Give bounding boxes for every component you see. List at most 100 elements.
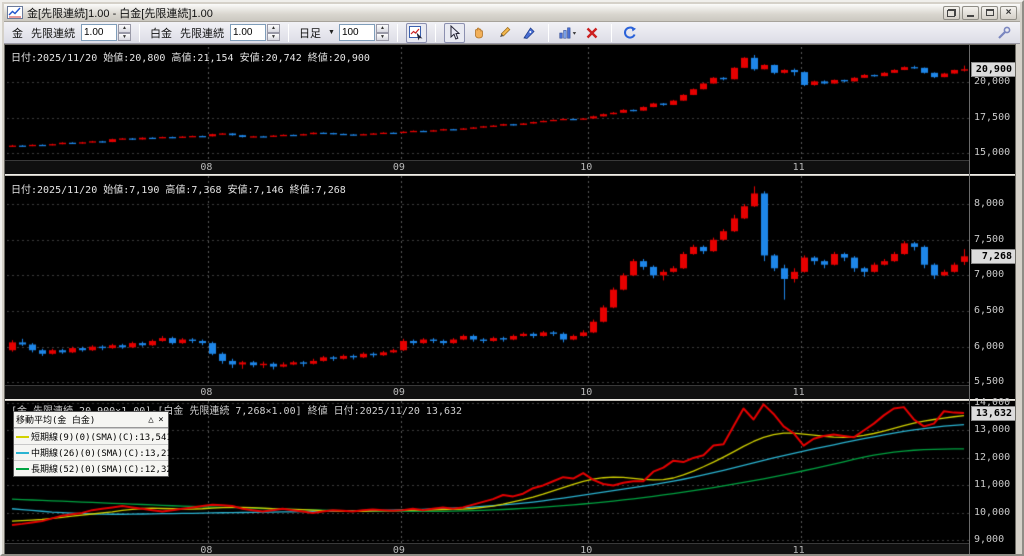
wrench-icon bbox=[997, 26, 1010, 39]
y-axis-label: 7,500 bbox=[974, 233, 1005, 245]
mid-ma-label: 中期線(26)(0)(SMA)(C):13,210 bbox=[31, 449, 178, 459]
panel-splitter[interactable] bbox=[5, 399, 1015, 401]
spin-down-button[interactable]: ▼ bbox=[375, 32, 389, 41]
toolbar: 金 先限連続 ▲▼ 白金 先限連続 ▲▼ 日足 ▼ ▲▼ bbox=[4, 22, 1020, 44]
window-title: 金[先限連続]1.00 - 白金[先限連続]1.00 bbox=[27, 7, 213, 20]
bar-count-input[interactable] bbox=[338, 24, 375, 41]
chart-window: 金[先限連続]1.00 - 白金[先限連続]1.00 × 金 先限連続 ▲▼ 白… bbox=[0, 0, 1024, 556]
y-axis-label: 17,500 bbox=[974, 111, 1011, 123]
last-price-tag: 13,632 bbox=[971, 406, 1015, 422]
spread-x-axis-strip bbox=[5, 543, 969, 554]
chart-type-button[interactable] bbox=[557, 23, 578, 43]
spin-up-button[interactable]: ▲ bbox=[375, 24, 389, 33]
toolbar-separator bbox=[288, 23, 289, 42]
platinum-chart-canvas[interactable] bbox=[7, 176, 969, 385]
delete-chart-icon bbox=[587, 27, 598, 38]
gold-chart-info: 日付:2025/11/20 始値:20,800 高値:21,154 安値:20,… bbox=[11, 53, 370, 64]
titlebar[interactable]: 金[先限連続]1.00 - 白金[先限連続]1.00 × bbox=[4, 4, 1020, 22]
gold-multiplier-input[interactable] bbox=[81, 24, 117, 41]
minimize-button[interactable] bbox=[962, 5, 979, 20]
platinum-multiplier-input[interactable] bbox=[230, 24, 266, 41]
long-ma-swatch-icon bbox=[16, 467, 29, 470]
refresh-button[interactable] bbox=[620, 23, 641, 43]
close-button[interactable]: × bbox=[1000, 5, 1017, 20]
ma-legend-collapse-button[interactable]: △ bbox=[146, 415, 156, 425]
x-axis-month-label: 10 bbox=[580, 162, 593, 173]
spin-down-button[interactable]: ▼ bbox=[267, 32, 280, 41]
minimize-icon bbox=[967, 15, 974, 17]
x-axis-month-label: 11 bbox=[792, 387, 805, 398]
toolbar-separator bbox=[547, 23, 549, 42]
y-axis-label: 9,000 bbox=[974, 534, 1005, 546]
maximize-icon bbox=[985, 9, 994, 16]
bar-chart-icon bbox=[559, 27, 577, 38]
long-ma-label: 長期線(52)(0)(SMA)(C):12,329 bbox=[31, 465, 178, 475]
platinum-series-label: 先限連続 bbox=[180, 27, 224, 40]
toolbar-separator bbox=[396, 23, 398, 42]
gold-multiplier-spinbox: ▲▼ bbox=[81, 24, 131, 41]
platinum-x-axis-strip bbox=[5, 385, 969, 399]
toolbar-separator bbox=[139, 23, 140, 42]
ma-legend: 移動平均(金 白金) △ × 短期線(9)(0)(SMA)(C):13,541 … bbox=[13, 411, 177, 477]
chart-cursor-icon bbox=[409, 25, 423, 40]
timeframe-label[interactable]: 日足 bbox=[299, 25, 321, 41]
y-axis-label: 15,000 bbox=[974, 147, 1011, 159]
pen-tool-button[interactable] bbox=[519, 23, 540, 43]
x-axis-month-label: 11 bbox=[792, 162, 805, 173]
toolbar-separator bbox=[434, 23, 436, 42]
x-axis-month-label: 11 bbox=[792, 545, 805, 556]
last-price-tag: 7,268 bbox=[971, 249, 1015, 265]
ma-legend-item: 中期線(26)(0)(SMA)(C):13,210 bbox=[14, 444, 177, 460]
chart-region: 日付:2025/11/20 始値:20,800 高値:21,154 安値:20,… bbox=[4, 44, 1016, 556]
mid-ma-swatch-icon bbox=[16, 451, 29, 454]
timeframe-dropdown-icon[interactable]: ▼ bbox=[328, 29, 335, 36]
settings-wrench-button[interactable] bbox=[993, 23, 1014, 43]
last-price-tag: 20,900 bbox=[971, 62, 1015, 78]
bar-count-spinbox: ▲▼ bbox=[338, 24, 389, 41]
y-axis-label: 10,000 bbox=[974, 506, 1011, 518]
gold-series-label: 先限連続 bbox=[31, 27, 75, 40]
hand-icon bbox=[475, 27, 484, 38]
delete-chart-button[interactable] bbox=[582, 23, 603, 43]
pen-icon bbox=[523, 26, 536, 39]
x-axis-month-label: 08 bbox=[200, 387, 213, 398]
ma-legend-title: 移動平均(金 白金) bbox=[16, 416, 96, 426]
refresh-icon bbox=[624, 26, 637, 39]
x-axis-month-label: 08 bbox=[200, 545, 213, 556]
spin-down-button[interactable]: ▼ bbox=[118, 32, 131, 41]
pencil-icon bbox=[500, 26, 511, 37]
chart-cursor-button[interactable] bbox=[405, 22, 427, 43]
ma-legend-close-button[interactable]: × bbox=[156, 415, 166, 425]
y-axis-label: 13,000 bbox=[974, 424, 1011, 436]
x-axis-month-label: 09 bbox=[392, 387, 405, 398]
axis-divider bbox=[969, 45, 970, 554]
detach-window-icon bbox=[947, 8, 956, 17]
maximize-button[interactable] bbox=[981, 5, 998, 20]
y-axis-label: 6,500 bbox=[974, 305, 1005, 317]
select-tool-button[interactable] bbox=[443, 22, 465, 43]
gold-x-axis-strip bbox=[5, 160, 969, 174]
y-axis-label: 12,000 bbox=[974, 451, 1011, 463]
x-axis-month-label: 10 bbox=[580, 545, 593, 556]
gold-symbol-label: 金 bbox=[12, 27, 23, 40]
short-ma-label: 短期線(9)(0)(SMA)(C):13,541 bbox=[31, 433, 172, 443]
y-axis-label: 6,000 bbox=[974, 340, 1005, 352]
platinum-multiplier-spinbox: ▲▼ bbox=[230, 24, 280, 41]
window-controls: × bbox=[943, 5, 1017, 20]
x-axis-month-label: 09 bbox=[392, 162, 405, 173]
platinum-symbol-label: 白金 bbox=[150, 27, 172, 40]
spin-up-button[interactable]: ▲ bbox=[118, 24, 131, 33]
hand-tool-button[interactable] bbox=[469, 23, 490, 43]
y-axis-label: 5,500 bbox=[974, 376, 1005, 388]
pencil-tool-button[interactable] bbox=[494, 23, 515, 43]
y-axis-label: 8,000 bbox=[974, 198, 1005, 210]
x-axis-month-label: 08 bbox=[200, 162, 213, 173]
toolbar-separator bbox=[610, 23, 612, 42]
detach-window-button[interactable] bbox=[943, 5, 960, 20]
spin-up-button[interactable]: ▲ bbox=[267, 24, 280, 33]
ma-legend-item: 長期線(52)(0)(SMA)(C):12,329 bbox=[14, 460, 177, 476]
ma-legend-item: 短期線(9)(0)(SMA)(C):13,541 bbox=[14, 428, 172, 444]
line-chart-icon bbox=[7, 6, 23, 19]
panel-splitter[interactable] bbox=[5, 174, 1015, 176]
y-axis-label: 7,000 bbox=[974, 269, 1005, 281]
